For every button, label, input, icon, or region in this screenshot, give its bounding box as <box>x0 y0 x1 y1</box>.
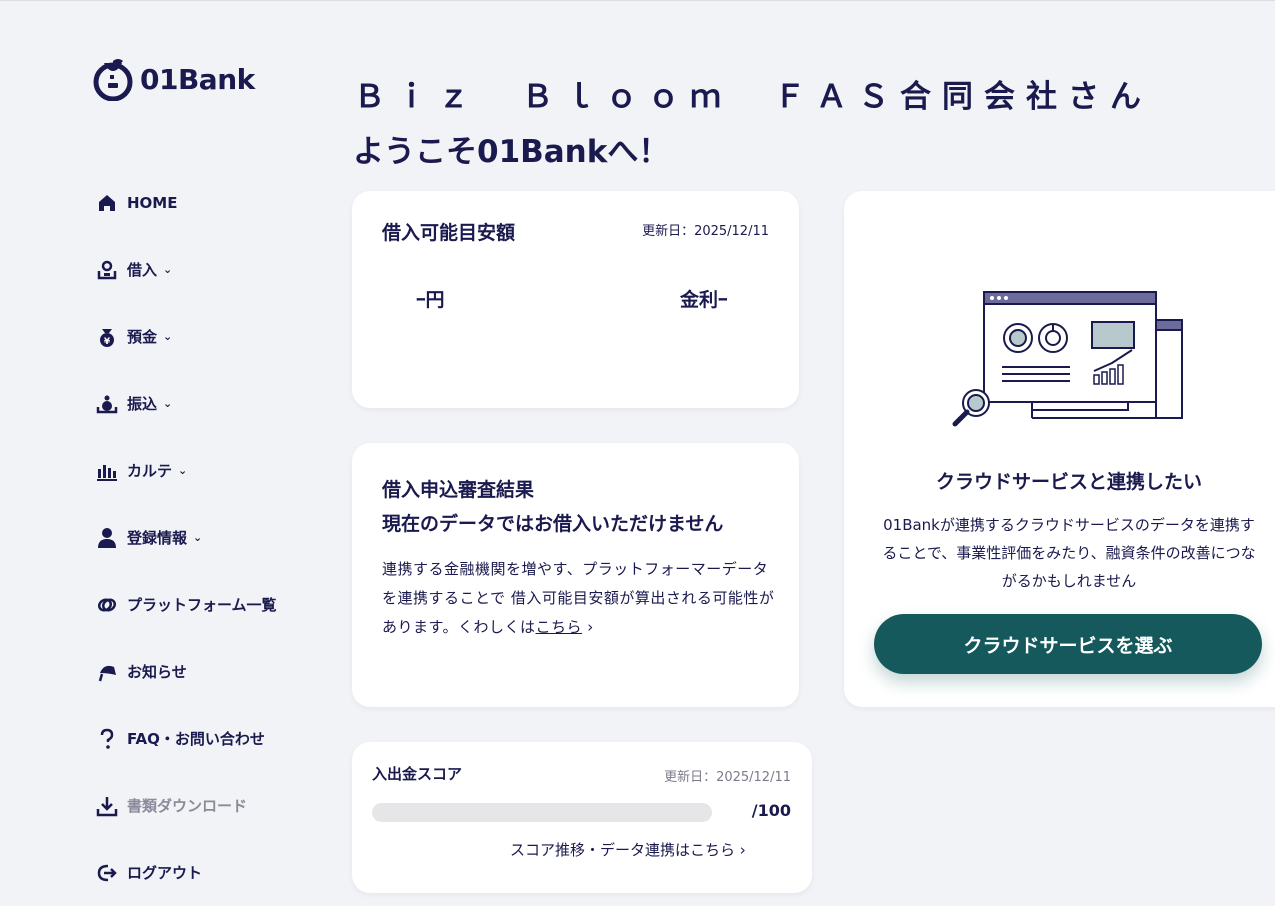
sidebar-item-label: お知らせ <box>127 663 187 681</box>
sidebar-item-label: 登録情報 <box>127 529 188 547</box>
svg-text:¥: ¥ <box>104 337 111 347</box>
dashboard-illustration-icon <box>952 291 1183 427</box>
megaphone-icon <box>96 661 118 683</box>
company-greeting: Ｂｉｚ Ｂｌｏｏｍ ＦＡＳ合同会社さん <box>354 79 1152 115</box>
borrow-estimate-card: 借入可能目安額 更新日：2025/12/11 ｰ円 金利ｰ <box>352 191 799 408</box>
sidebar-nav: HOME 借入 ⌄ ¥ 預金 ⌄ 振込 ⌄ カルテ ⌄ 登録情報 ⌄ プラットフ… <box>96 169 336 906</box>
chevron-down-icon: ⌄ <box>163 330 173 343</box>
welcome-message: ようこそ01Bankへ！ <box>353 134 670 170</box>
sidebar-item-label: プラットフォーム一覧 <box>127 596 277 614</box>
sidebar-item-karte[interactable]: カルテ ⌄ <box>96 437 336 504</box>
loan-review-card: 借入申込審査結果 現在のデータではお借入いただけません 連携する金融機関を増やす… <box>352 443 799 707</box>
link-icon <box>96 594 118 616</box>
transfer-icon <box>96 393 118 415</box>
sidebar-item-deposit[interactable]: ¥ 預金 ⌄ <box>96 303 336 370</box>
chevron-right-icon: › <box>735 841 746 859</box>
sidebar-item-label: 借入 <box>127 261 158 279</box>
card-title: 入出金スコア <box>372 765 463 783</box>
interest-rate: 金利ｰ <box>680 289 728 311</box>
cloud-description: 01Bankが連携するクラウドサービスのデータを連携することで、事業性評価をみた… <box>882 516 1256 590</box>
updated-date: 更新日：2025/12/11 <box>642 224 769 239</box>
chevron-down-icon: ⌄ <box>163 263 173 276</box>
chevron-down-icon: ⌄ <box>178 464 188 477</box>
sidebar-item-transfer[interactable]: 振込 ⌄ <box>96 370 336 437</box>
sidebar-item-logout[interactable]: ログアウト <box>96 839 336 906</box>
score-progress-bar <box>372 803 712 822</box>
question-icon <box>96 728 118 750</box>
sidebar-item-label: 振込 <box>127 395 158 413</box>
card-title: 借入申込審査結果 <box>382 479 535 501</box>
chevron-down-icon: ⌄ <box>193 531 203 544</box>
sidebar-item-borrow[interactable]: 借入 ⌄ <box>96 236 336 303</box>
sidebar-item-label: HOME <box>127 193 178 212</box>
brand-logo[interactable]: 01Bank <box>92 57 255 101</box>
review-description: 連携する金融機関を増やす、プラットフォーマーデータを連携することで 借入可能目安… <box>382 555 777 642</box>
download-icon <box>96 795 118 817</box>
borrow-amount: ｰ円 <box>416 289 445 311</box>
user-icon <box>96 527 118 549</box>
choose-cloud-service-button[interactable]: クラウドサービスを選ぶ <box>874 614 1262 674</box>
logout-icon <box>96 862 118 884</box>
deposit-icon: ¥ <box>96 326 118 348</box>
score-history-label: スコア推移・データ連携はこちら <box>510 841 736 859</box>
sidebar-item-label: ログアウト <box>127 864 203 882</box>
sidebar-item-label: 書類ダウンロード <box>127 797 248 815</box>
sidebar-item-label: カルテ <box>127 462 173 480</box>
sidebar-item-profile[interactable]: 登録情報 ⌄ <box>96 504 336 571</box>
chevron-right-icon: › <box>582 618 594 636</box>
sidebar-item-faq[interactable]: FAQ・お問い合わせ <box>96 705 336 772</box>
card-title: クラウドサービスと連携したい <box>935 471 1202 493</box>
card-title: 借入可能目安額 <box>382 222 516 244</box>
sidebar-item-news[interactable]: お知らせ <box>96 638 336 705</box>
updated-date: 更新日：2025/12/11 <box>664 770 791 785</box>
sidebar-item-label: 預金 <box>127 328 158 346</box>
details-link[interactable]: こちら <box>536 618 583 636</box>
review-status: 現在のデータではお借入いただけません <box>382 513 724 535</box>
score-max: /100 <box>751 801 791 820</box>
cloud-service-card: クラウドサービスと連携したい 01Bankが連携するクラウドサービスのデータを連… <box>844 191 1275 707</box>
chart-icon <box>96 460 118 482</box>
borrow-icon <box>96 259 118 281</box>
score-history-link[interactable]: スコア推移・データ連携はこちら › <box>510 839 746 860</box>
brand-name: 01Bank <box>140 62 255 96</box>
home-icon <box>96 192 118 214</box>
logo-mark-icon <box>93 59 133 101</box>
sidebar-item-home[interactable]: HOME <box>96 169 336 236</box>
cashflow-score-card: 入出金スコア 更新日：2025/12/11 /100 スコア推移・データ連携はこ… <box>352 742 812 893</box>
sidebar-item-platforms[interactable]: プラットフォーム一覧 <box>96 571 336 638</box>
sidebar-item-label: FAQ・お問い合わせ <box>127 730 265 748</box>
sidebar-item-downloads[interactable]: 書類ダウンロード <box>96 772 336 839</box>
chevron-down-icon: ⌄ <box>163 397 173 410</box>
